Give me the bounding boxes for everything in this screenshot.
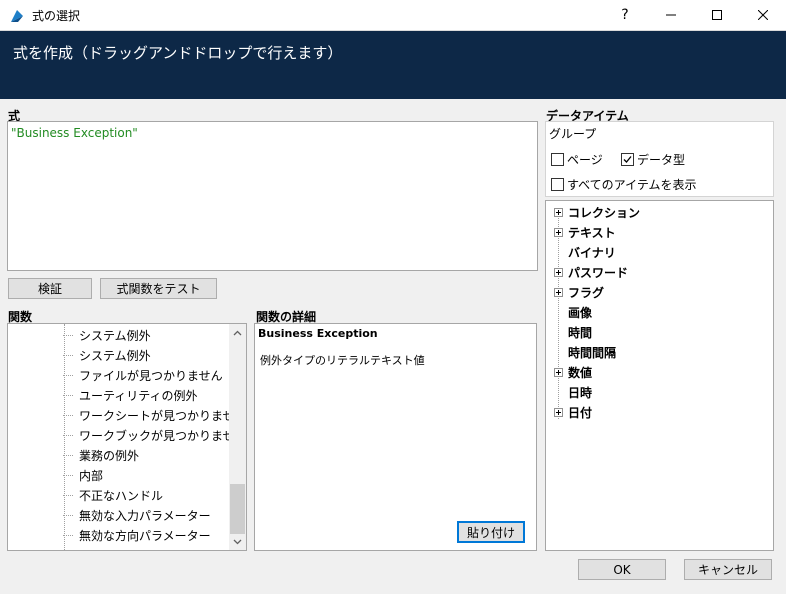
close-icon xyxy=(758,10,768,20)
tree-item-flag[interactable]: フラグ xyxy=(554,282,604,302)
scroll-thumb[interactable] xyxy=(230,484,245,534)
data-type-checkbox[interactable]: データ型 xyxy=(621,151,685,168)
functions-list[interactable]: システム例外 システム例外 ファイルが見つかりません ユーティリティの例外 ワー… xyxy=(7,323,247,551)
function-name: Business Exception xyxy=(258,327,378,340)
tree-item-date[interactable]: 日付 xyxy=(554,402,592,422)
function-description: 例外タイプのリテラルテキスト値 xyxy=(260,354,425,367)
function-details-panel: Business Exception 例外タイプのリテラルテキスト値 xyxy=(254,323,537,551)
list-item-label: 業務の例外 xyxy=(79,448,140,463)
title-bar: 式の選択 ? xyxy=(0,0,786,31)
expand-icon[interactable] xyxy=(554,287,563,297)
list-item-label: システム例外 xyxy=(79,348,151,363)
expand-icon[interactable] xyxy=(554,207,563,217)
list-item-label: 不正なハンドル xyxy=(79,488,164,503)
maximize-icon xyxy=(712,10,722,20)
test-functions-button[interactable]: 式関数をテスト xyxy=(100,278,217,299)
list-item-label: システム例外 xyxy=(79,328,151,343)
list-item-label: ファイルが見つかりません xyxy=(79,368,223,383)
tree-item-label: 数値 xyxy=(568,365,593,380)
close-button[interactable] xyxy=(740,0,786,30)
cancel-button[interactable]: キャンセル xyxy=(684,559,772,580)
expand-icon[interactable] xyxy=(554,227,563,237)
tree-item-text[interactable]: テキスト xyxy=(554,222,616,242)
help-icon: ? xyxy=(621,7,629,23)
group-label: グループ xyxy=(549,127,597,141)
checkmark-icon xyxy=(623,156,632,163)
list-item-label: ワークブックが見つかりません xyxy=(79,428,247,443)
tree-item-label: フラグ xyxy=(568,285,605,300)
show-all-items-checkbox[interactable]: すべてのアイテムを表示 xyxy=(551,176,696,193)
help-button[interactable]: ? xyxy=(602,0,648,30)
tree-item-label: 日時 xyxy=(568,385,593,400)
tree-item-label: パスワード xyxy=(568,265,629,280)
checkbox-box xyxy=(551,153,564,166)
scroll-up-button[interactable] xyxy=(229,324,246,341)
scroll-down-button[interactable] xyxy=(229,533,246,550)
page-checkbox[interactable]: ページ xyxy=(551,151,603,168)
ok-button[interactable]: OK xyxy=(578,559,666,580)
checkbox-box xyxy=(621,153,634,166)
list-item-label: 無効な方向パラメーター xyxy=(79,528,211,543)
minimize-icon xyxy=(666,14,676,16)
tree-item-label: 時間 xyxy=(568,325,593,340)
list-item[interactable]: ワークブックが見つかりません xyxy=(63,425,247,445)
checkbox-box xyxy=(551,178,564,191)
tree-item-label: 時間間隔 xyxy=(568,345,617,360)
expand-icon[interactable] xyxy=(554,407,563,417)
chevron-up-icon xyxy=(233,330,242,335)
list-item[interactable]: 業務の例外 xyxy=(63,445,139,465)
expand-icon[interactable] xyxy=(554,367,563,377)
list-item[interactable]: 内部 xyxy=(63,465,103,485)
tree-item-label: コレクション xyxy=(568,205,641,220)
tree-item-timespan[interactable]: 時間間隔 xyxy=(554,342,616,362)
tree-item-password[interactable]: パスワード xyxy=(554,262,628,282)
validate-button[interactable]: 検証 xyxy=(8,278,92,299)
functions-scrollbar[interactable] xyxy=(229,324,246,550)
paste-button[interactable]: 貼り付け xyxy=(457,521,525,543)
data-type-checkbox-label: データ型 xyxy=(637,153,686,167)
list-item[interactable]: ファイルが見つかりません xyxy=(63,365,223,385)
tree-item-label: バイナリ xyxy=(568,245,616,260)
tree-item-collection[interactable]: コレクション xyxy=(554,202,640,222)
tree-item-image[interactable]: 画像 xyxy=(554,302,592,322)
tree-item-time[interactable]: 時間 xyxy=(554,322,592,342)
list-item[interactable]: 無効な方向パラメーター xyxy=(63,525,211,545)
tree-item-datetime[interactable]: 日時 xyxy=(554,382,592,402)
window-title: 式の選択 xyxy=(32,9,81,23)
app-logo-icon xyxy=(11,10,23,22)
tree-item-label: 画像 xyxy=(568,305,593,320)
list-item-label: ユーティリティの例外 xyxy=(79,388,198,403)
list-item[interactable]: 不正なハンドル xyxy=(63,485,163,505)
formula-text: "Business Exception" xyxy=(11,126,138,140)
page-checkbox-label: ページ xyxy=(567,153,603,167)
expand-icon[interactable] xyxy=(554,267,563,277)
formula-editor[interactable]: "Business Exception" xyxy=(7,121,538,271)
list-item[interactable]: 無効な入力パラメーター xyxy=(63,505,211,525)
list-item-label: ワークシートが見つかりません xyxy=(79,408,247,423)
banner-text: 式を作成（ドラッグアンドドロップで行えます） xyxy=(13,44,343,62)
tree-item-number[interactable]: 数値 xyxy=(554,362,592,382)
list-item-label: 無効な入力パラメーター xyxy=(79,508,211,523)
list-item-label: 内部 xyxy=(79,468,104,483)
list-item[interactable]: システム例外 xyxy=(63,345,151,365)
tree-item-label: 日付 xyxy=(568,405,593,420)
data-items-group-box: グループ ページ データ型 すべてのアイテムを表示 xyxy=(545,121,774,197)
list-item[interactable]: システム例外 xyxy=(63,325,151,345)
data-items-tree[interactable]: コレクション テキスト バイナリ パスワード フラグ 画像 時間 時間間隔 数値… xyxy=(545,200,774,551)
tree-item-label: テキスト xyxy=(568,225,616,240)
header-banner: 式を作成（ドラッグアンドドロップで行えます） xyxy=(0,31,786,99)
chevron-down-icon xyxy=(233,539,242,544)
list-item[interactable]: ワークシートが見つかりません xyxy=(63,405,247,425)
show-all-items-label: すべてのアイテムを表示 xyxy=(567,178,697,192)
list-item[interactable]: ユーティリティの例外 xyxy=(63,385,198,405)
minimize-button[interactable] xyxy=(648,0,694,30)
maximize-button[interactable] xyxy=(694,0,740,30)
tree-item-binary[interactable]: バイナリ xyxy=(554,242,616,262)
